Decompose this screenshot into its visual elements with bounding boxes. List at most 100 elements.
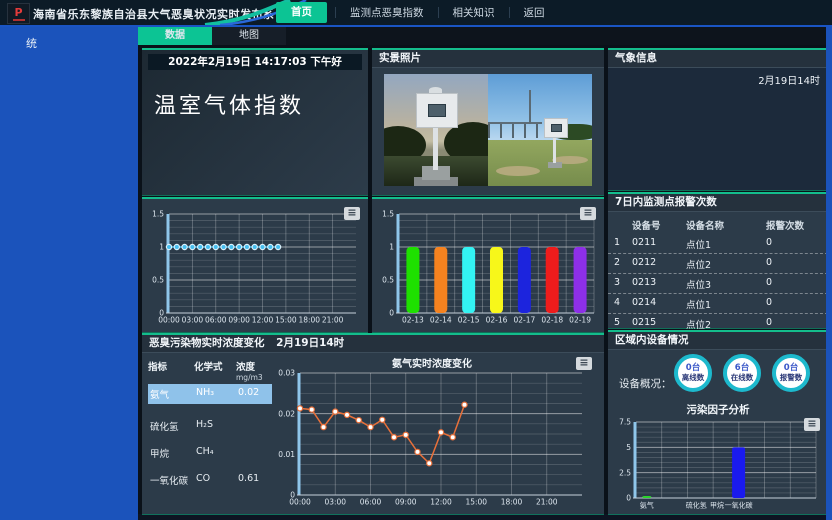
pollution-factor-title: 污染因子分析	[608, 402, 828, 417]
device-stat-circles: 0台 离线数 6台 在线数 0台 报警数	[674, 354, 810, 392]
col-device-name: 设备名称	[686, 218, 766, 232]
svg-text:18:00: 18:00	[501, 498, 523, 507]
col-formula: 化学式	[194, 359, 236, 382]
odor-title: 恶臭污染物实时浓度变化	[149, 337, 265, 349]
chart-menu-icon[interactable]: ≡	[580, 207, 596, 220]
svg-text:2.5: 2.5	[619, 468, 631, 477]
svg-text:0.03: 0.03	[278, 369, 295, 378]
topbar: P 海南省乐东黎族自治县大气恶臭状况实时发布系 首页 监测点恶臭指数 相关知识 …	[0, 0, 832, 27]
area-devices-header: 区域内设备情况	[608, 332, 828, 350]
nav-separator	[335, 7, 336, 18]
main-nav: 首页 监测点恶臭指数 相关知识 返回	[276, 0, 557, 25]
nav-odor-index[interactable]: 监测点恶臭指数	[338, 5, 436, 20]
site-photo-field[interactable]	[488, 74, 592, 186]
odor-date: 2月19日14时	[276, 337, 344, 349]
svg-text:02-14: 02-14	[430, 316, 452, 325]
svg-text:1: 1	[389, 243, 394, 252]
concentration-unit: mg/m3	[236, 373, 268, 382]
nav-knowledge[interactable]: 相关知识	[441, 5, 507, 20]
stat-offline: 0台 离线数	[674, 354, 712, 392]
col-device-no: 设备号	[632, 218, 686, 232]
svg-text:02-17: 02-17	[513, 316, 535, 325]
sidebar-title-overflow: 统	[26, 35, 37, 51]
weather-date: 2月19日14时	[758, 72, 820, 87]
svg-text:02-18: 02-18	[541, 316, 563, 325]
odor-row[interactable]: 硫化氢H₂S	[148, 416, 272, 436]
svg-text:06:00: 06:00	[205, 316, 227, 325]
svg-text:15:00: 15:00	[275, 316, 297, 325]
chart-menu-icon[interactable]: ≡	[576, 357, 592, 370]
col-alarm-count: 报警次数	[766, 218, 822, 232]
photo-strip	[384, 74, 592, 186]
svg-text:1.5: 1.5	[382, 210, 394, 219]
app-logo: P	[7, 3, 30, 24]
nav-back[interactable]: 返回	[512, 5, 557, 20]
chart-greenhouse-trend: 00.511.500:0003:0006:0009:0012:0015:0018…	[144, 202, 366, 333]
monitoring-device-icon	[416, 93, 458, 128]
greenhouse-index-title: 温室气体指数	[154, 88, 368, 120]
panel-alarm-counts: 7日内监测点报警次数 设备号 设备名称 报警次数 10211点位1020212点…	[608, 192, 828, 328]
datetime-banner: 2022年2月19日 14:17:03 下午好	[148, 54, 362, 70]
weather-body: 2月19日14时	[608, 68, 828, 190]
svg-text:氨气: 氨气	[640, 501, 654, 510]
site-photos-header: 实景照片	[372, 50, 604, 68]
svg-text:03:00: 03:00	[324, 498, 346, 507]
alarm-counts-header: 7日内监测点报警次数	[608, 194, 828, 212]
svg-text:09:00: 09:00	[228, 316, 250, 325]
tab-map[interactable]: 地图	[212, 27, 286, 45]
panel-area-devices: 区域内设备情况 设备概况： 0台 离线数 6台 在线数 0台 报警数 污染因子分…	[608, 330, 828, 514]
svg-text:02-13: 02-13	[402, 316, 424, 325]
panel-site-photos: 实景照片	[372, 48, 604, 195]
svg-text:一氧化碳: 一氧化碳	[725, 501, 753, 510]
svg-text:02-15: 02-15	[458, 316, 480, 325]
svg-text:7.5: 7.5	[619, 418, 631, 427]
svg-text:12:00: 12:00	[252, 316, 274, 325]
tab-data[interactable]: 数据	[138, 27, 212, 45]
svg-text:0.01: 0.01	[278, 450, 295, 459]
svg-text:12:00: 12:00	[430, 498, 452, 507]
col-concentration: 浓度mg/m3	[236, 359, 268, 382]
odor-row[interactable]: 甲烷CH₄	[148, 443, 272, 463]
odor-row[interactable]: 一氧化碳CO0.61	[148, 470, 272, 490]
svg-text:00:00: 00:00	[289, 498, 311, 507]
nav-home[interactable]: 首页	[276, 2, 327, 23]
chart-menu-icon[interactable]: ≡	[344, 207, 360, 220]
svg-text:1.5: 1.5	[152, 210, 164, 219]
svg-text:0: 0	[626, 494, 631, 503]
svg-text:0.5: 0.5	[382, 276, 394, 285]
table-row: 30213点位30	[608, 274, 828, 294]
nav-separator	[438, 7, 439, 18]
svg-text:03:00: 03:00	[182, 316, 204, 325]
svg-text:甲烷: 甲烷	[710, 501, 724, 510]
chart-ammonia-trend: 00.010.020.0300:0003:0006:0009:0012:0015…	[272, 367, 594, 515]
site-photo-dusk[interactable]	[384, 74, 488, 186]
svg-text:18:00: 18:00	[298, 316, 320, 325]
odor-table-header: 指标 化学式 浓度mg/m3	[142, 353, 274, 384]
svg-text:0.02: 0.02	[278, 409, 295, 418]
svg-text:02-16: 02-16	[486, 316, 508, 325]
left-sidebar: 统	[0, 27, 138, 520]
svg-text:1: 1	[159, 243, 164, 252]
table-row: 40214点位10	[608, 294, 828, 314]
panel-greenhouse-trend-chart: 00.511.500:0003:0006:0009:0012:0015:0018…	[142, 197, 368, 332]
svg-text:00:00: 00:00	[158, 316, 180, 325]
svg-text:硫化氢: 硫化氢	[686, 501, 707, 510]
chart-menu-icon[interactable]: ≡	[804, 418, 820, 431]
svg-text:5: 5	[626, 443, 631, 452]
odor-row[interactable]: 氨气NH₃0.02	[148, 384, 272, 404]
table-row: 10211点位10	[608, 234, 828, 254]
svg-text:21:00: 21:00	[536, 498, 558, 507]
svg-text:0.5: 0.5	[152, 276, 164, 285]
svg-text:02-19: 02-19	[569, 316, 591, 325]
nav-separator	[509, 7, 510, 18]
svg-text:15:00: 15:00	[465, 498, 487, 507]
svg-text:06:00: 06:00	[360, 498, 382, 507]
table-row: 20212点位20	[608, 254, 828, 274]
monitoring-device-icon	[544, 118, 568, 138]
panel-odor-pollutants: 恶臭污染物实时浓度变化 2月19日14时 指标 化学式 浓度mg/m3 氨气NH…	[142, 333, 604, 514]
view-tabbar: 数据 地图	[138, 27, 826, 45]
svg-text:21:00: 21:00	[322, 316, 344, 325]
alarm-table-header: 设备号 设备名称 报警次数	[608, 212, 828, 234]
odor-table-body: 氨气NH₃0.02 硫化氢H₂S 甲烷CH₄ 一氧化碳CO0.61	[142, 384, 272, 490]
chart-pollution-factor: 0 2.5 5 7.5 氨气 硫化氢甲烷一氧化碳	[610, 416, 824, 516]
